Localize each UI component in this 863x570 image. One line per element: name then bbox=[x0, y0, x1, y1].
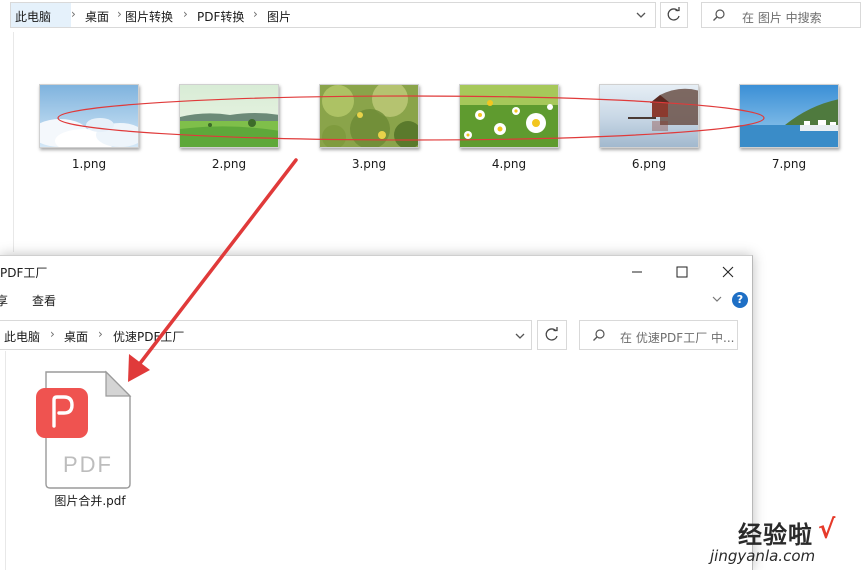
sky-clouds-image bbox=[40, 85, 138, 147]
file-name-label[interactable]: 图片合并.pdf bbox=[30, 492, 150, 509]
file-name-label[interactable]: 2.png bbox=[179, 157, 279, 171]
tab-view[interactable]: 查看 bbox=[32, 292, 56, 309]
help-icon[interactable]: ? bbox=[732, 292, 748, 308]
background-explorer-header: 此电脑 › 桌面 › 图片转换 › PDF转换 › 图片 在 图片 中搜索 bbox=[0, 0, 863, 32]
daisies-image bbox=[460, 85, 558, 147]
search-box[interactable]: 在 优速PDF工厂 中... bbox=[579, 320, 738, 350]
refresh-button[interactable] bbox=[537, 320, 567, 350]
green-foliage-image bbox=[320, 85, 418, 147]
maximize-button[interactable] bbox=[667, 261, 697, 283]
breadcrumb-separator-icon: › bbox=[71, 7, 76, 21]
search-icon bbox=[593, 329, 605, 341]
breadcrumb-separator-icon: › bbox=[183, 7, 188, 21]
file-name-label[interactable]: 3.png bbox=[319, 157, 419, 171]
file-name-label[interactable]: 6.png bbox=[599, 157, 699, 171]
tab-share[interactable]: 享 bbox=[0, 292, 8, 309]
file-name-label[interactable]: 1.png bbox=[39, 157, 139, 171]
file-name-label[interactable]: 7.png bbox=[739, 157, 839, 171]
watermark: 经验啦 √ jingyanla.com bbox=[708, 513, 858, 568]
foreground-explorer-window: PDF工厂 享 查看 ? 此电脑 › 桌面 › 优速PDF工厂 在 优速PDF工… bbox=[0, 255, 753, 570]
pdf-file-icon: PDF bbox=[36, 370, 132, 489]
address-bar[interactable]: 此电脑 › 桌面 › 优速PDF工厂 bbox=[0, 320, 532, 350]
breadcrumb-this-pc[interactable]: 此电脑 bbox=[4, 328, 40, 345]
search-placeholder: 在 优速PDF工厂 中... bbox=[620, 331, 735, 345]
pdf-file-item[interactable]: PDF bbox=[34, 368, 138, 493]
thumbnail-2[interactable] bbox=[179, 84, 279, 148]
breadcrumb-desktop[interactable]: 桌面 bbox=[64, 328, 88, 345]
chevron-down-icon[interactable] bbox=[512, 328, 528, 344]
check-icon: √ bbox=[818, 515, 836, 545]
maximize-icon bbox=[676, 266, 688, 278]
thumbnail-1[interactable] bbox=[39, 84, 139, 148]
window-title: PDF工厂 bbox=[0, 266, 48, 280]
thumbnail-4[interactable] bbox=[459, 84, 559, 148]
chevron-down-icon[interactable] bbox=[633, 7, 649, 23]
breadcrumb-this-pc[interactable]: 此电脑 bbox=[15, 8, 51, 25]
breadcrumb-separator-icon: › bbox=[117, 7, 122, 21]
search-placeholder: 在 图片 中搜索 bbox=[742, 11, 822, 25]
pdf-icon-text: PDF bbox=[63, 452, 113, 477]
breadcrumb-images[interactable]: 图片 bbox=[267, 8, 291, 25]
search-box[interactable]: 在 图片 中搜索 bbox=[701, 2, 861, 28]
minimize-button[interactable] bbox=[622, 261, 652, 283]
breadcrumb-pdf-convert[interactable]: PDF转换 bbox=[197, 8, 244, 25]
search-icon bbox=[713, 9, 725, 21]
thumbnail-6[interactable] bbox=[599, 84, 699, 148]
watermark-url: jingyanla.com bbox=[710, 547, 816, 565]
refresh-icon bbox=[545, 327, 558, 341]
breadcrumb-desktop[interactable]: 桌面 bbox=[85, 8, 109, 25]
refresh-button[interactable] bbox=[660, 2, 688, 28]
breadcrumb-pdf-factory[interactable]: 优速PDF工厂 bbox=[113, 328, 184, 345]
misty-lake-house-image bbox=[600, 85, 698, 147]
navigation-pane-edge bbox=[0, 351, 6, 570]
watermark-brand: 经验啦 bbox=[738, 521, 813, 549]
thumbnail-3[interactable] bbox=[319, 84, 419, 148]
harbor-boats-image bbox=[740, 85, 838, 147]
thumbnail-7[interactable] bbox=[739, 84, 839, 148]
refresh-icon bbox=[667, 7, 680, 21]
breadcrumb-separator-icon: › bbox=[253, 7, 258, 21]
close-icon bbox=[722, 266, 734, 278]
file-name-label[interactable]: 4.png bbox=[459, 157, 559, 171]
navigation-pane-edge bbox=[0, 32, 14, 252]
green-field-image bbox=[180, 85, 278, 147]
close-button[interactable] bbox=[713, 261, 743, 283]
minimize-icon bbox=[632, 271, 642, 273]
breadcrumb-separator-icon: › bbox=[98, 327, 103, 341]
breadcrumb-image-convert[interactable]: 图片转换 bbox=[125, 8, 173, 25]
breadcrumb-separator-icon: › bbox=[50, 327, 55, 341]
chevron-down-icon[interactable] bbox=[710, 293, 724, 305]
address-bar[interactable]: 此电脑 › 桌面 › 图片转换 › PDF转换 › 图片 bbox=[10, 2, 656, 28]
